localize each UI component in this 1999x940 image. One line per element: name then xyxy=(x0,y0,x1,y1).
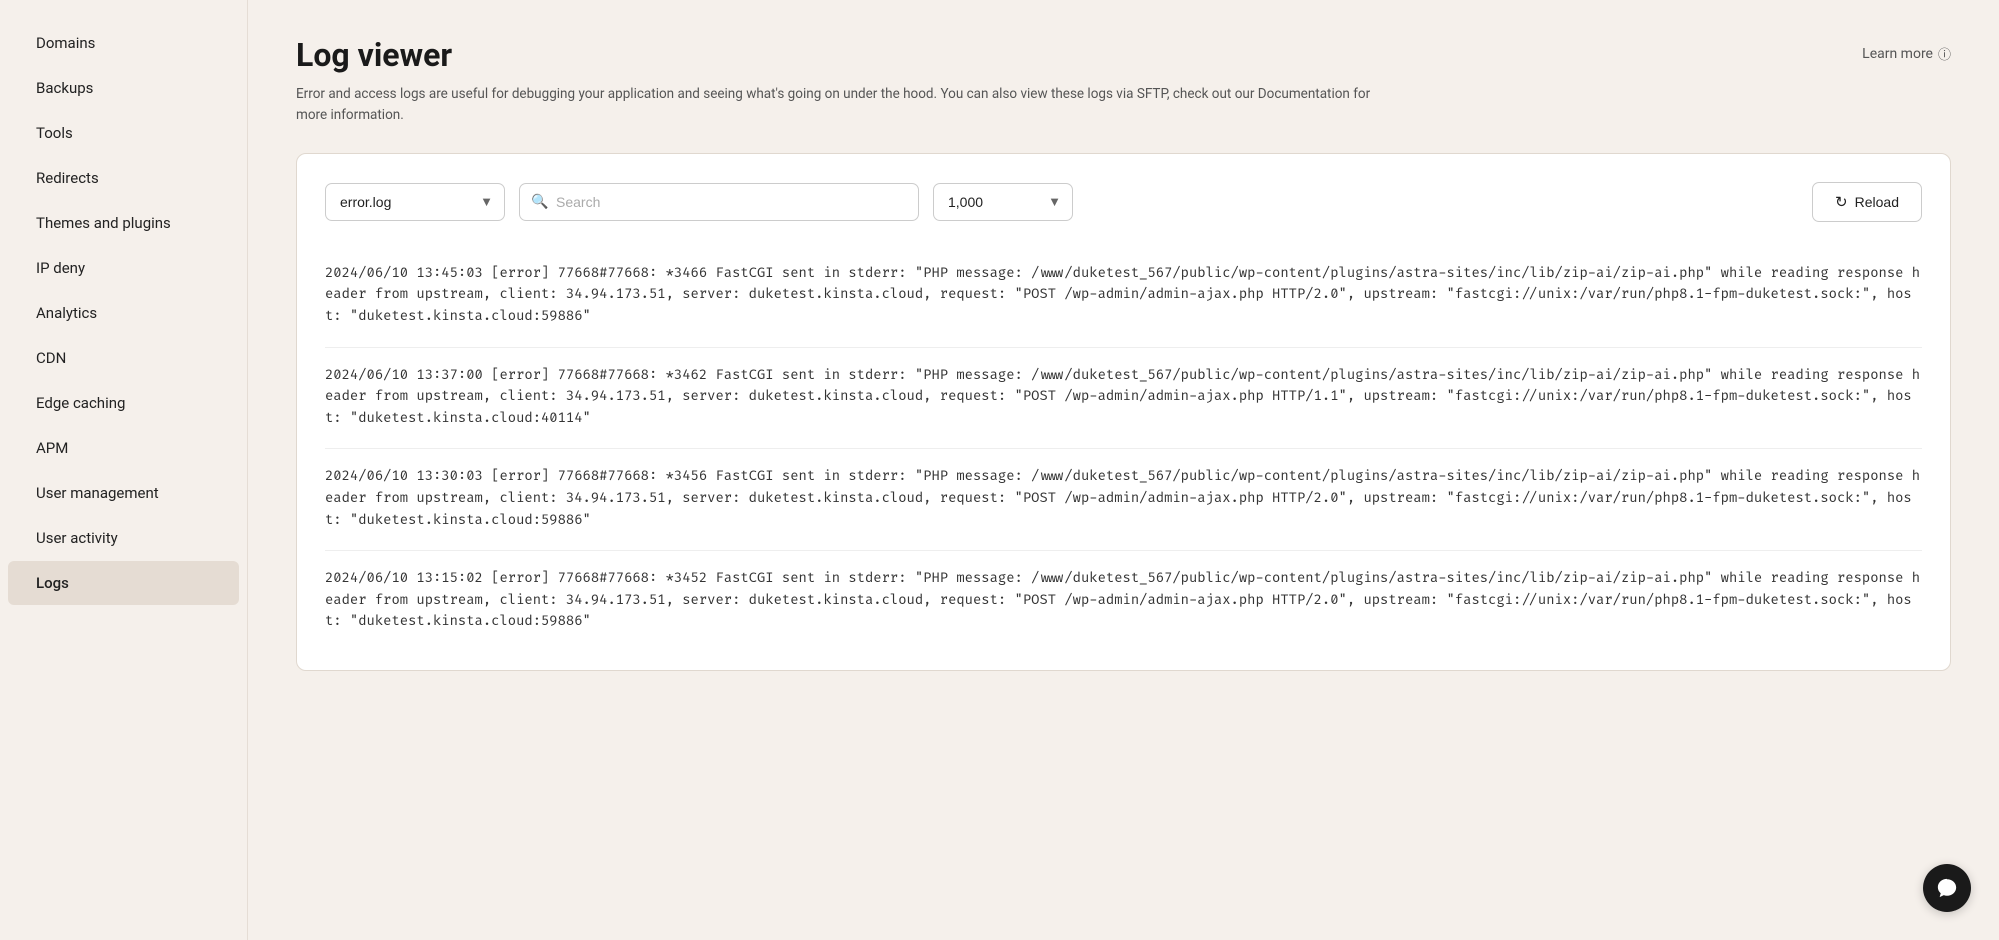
log-card: error.logaccess.log ▼ 🔍 1005001,0002,000… xyxy=(296,153,1951,671)
log-file-select-wrapper: error.logaccess.log ▼ xyxy=(325,183,505,221)
log-entries-container: 2024/06/10 13:45:03 [error] 77668#77668:… xyxy=(325,246,1922,652)
chat-icon xyxy=(1936,877,1958,899)
log-entry: 2024/06/10 13:30:03 [error] 77668#77668:… xyxy=(325,448,1922,550)
log-file-select[interactable]: error.logaccess.log xyxy=(325,183,505,221)
page-header: Log viewer Learn more ⓘ xyxy=(296,36,1951,74)
sidebar-item-redirects[interactable]: Redirects xyxy=(8,156,239,200)
sidebar-item-edge-caching[interactable]: Edge caching xyxy=(8,381,239,425)
sidebar-item-tools[interactable]: Tools xyxy=(8,111,239,155)
page-description: Error and access logs are useful for deb… xyxy=(296,84,1396,125)
sidebar-item-user-management[interactable]: User management xyxy=(8,471,239,515)
reload-icon: ↻ xyxy=(1835,193,1848,211)
sidebar-item-ip-deny[interactable]: IP deny xyxy=(8,246,239,290)
sidebar-item-backups[interactable]: Backups xyxy=(8,66,239,110)
lines-select[interactable]: 1005001,0002,0005,000 xyxy=(933,183,1073,221)
external-link-icon: ⓘ xyxy=(1938,44,1951,63)
sidebar-item-apm[interactable]: APM xyxy=(8,426,239,470)
reload-button[interactable]: ↻ Reload xyxy=(1812,182,1922,222)
log-entry: 2024/06/10 13:45:03 [error] 77668#77668:… xyxy=(325,246,1922,347)
sidebar-item-themes-and-plugins[interactable]: Themes and plugins xyxy=(8,201,239,245)
sidebar-item-domains[interactable]: Domains xyxy=(8,21,239,65)
main-content: Log viewer Learn more ⓘ Error and access… xyxy=(248,0,1999,940)
log-entry: 2024/06/10 13:15:02 [error] 77668#77668:… xyxy=(325,550,1922,652)
search-wrapper: 🔍 xyxy=(519,183,919,221)
sidebar-item-cdn[interactable]: CDN xyxy=(8,336,239,380)
reload-label: Reload xyxy=(1855,194,1899,210)
search-input[interactable] xyxy=(519,183,919,221)
page-title: Log viewer xyxy=(296,36,452,74)
log-entry: 2024/06/10 13:37:00 [error] 77668#77668:… xyxy=(325,347,1922,449)
controls-bar: error.logaccess.log ▼ 🔍 1005001,0002,000… xyxy=(325,182,1922,222)
lines-select-wrapper: 1005001,0002,0005,000 ▼ xyxy=(933,183,1073,221)
sidebar-item-logs[interactable]: Logs xyxy=(8,561,239,605)
sidebar-item-analytics[interactable]: Analytics xyxy=(8,291,239,335)
sidebar: DomainsBackupsToolsRedirectsThemes and p… xyxy=(0,0,248,940)
learn-more-label: Learn more xyxy=(1862,46,1933,62)
chat-support-button[interactable] xyxy=(1923,864,1971,912)
sidebar-item-user-activity[interactable]: User activity xyxy=(8,516,239,560)
learn-more-link[interactable]: Learn more ⓘ xyxy=(1862,44,1951,63)
